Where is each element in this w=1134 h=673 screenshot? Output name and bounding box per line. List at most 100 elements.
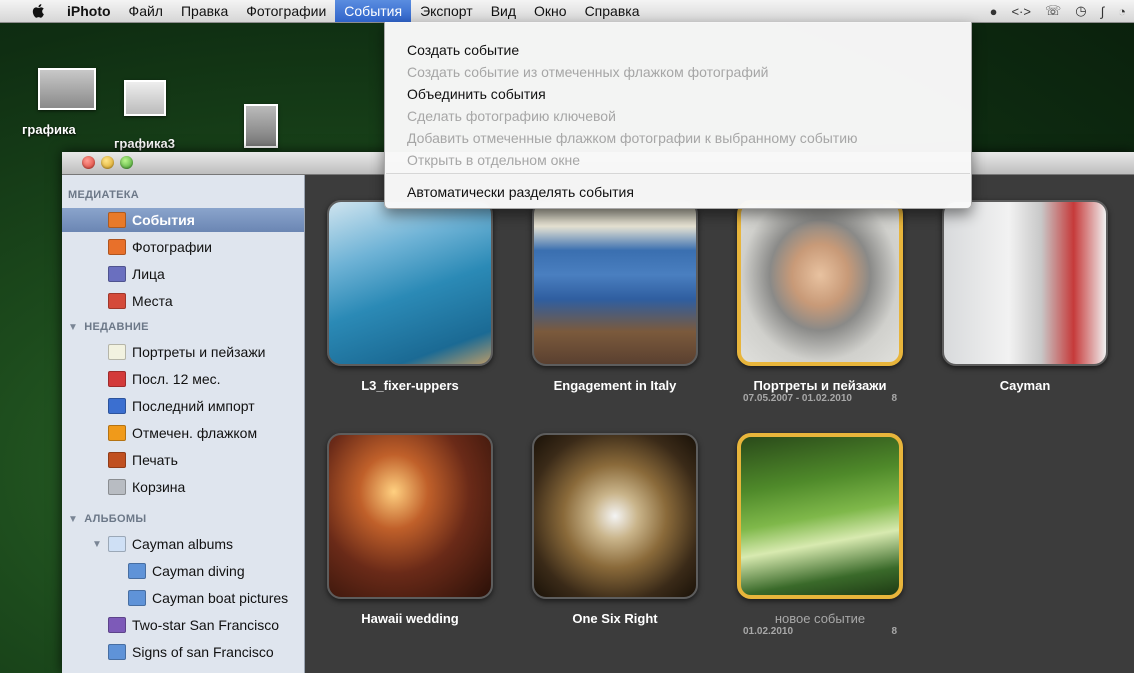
sidebar-item-flagged[interactable]: Отмечен. флажком [62, 421, 304, 445]
events-menu-dropdown: Создать событие Создать событие из отмеч… [384, 22, 972, 209]
desktop-icon-thumbnail [38, 68, 96, 110]
menu-item-add-flagged-to-event: Добавить отмеченные флажком фотографии к… [407, 130, 858, 146]
recent-header[interactable]: ▼ НЕДАВНИЕ [68, 321, 149, 333]
flag-icon [108, 425, 126, 441]
sidebar-item-cayman-diving[interactable]: Cayman diving [62, 559, 304, 583]
event-key-photo[interactable] [532, 200, 698, 366]
event-card[interactable]: One Six Right [532, 433, 698, 626]
sidebar-item-signs-sf[interactable]: Signs of san Francisco [62, 640, 304, 664]
status-area: ● <·> ☏ ◷ ∫ ◔ [990, 0, 1126, 22]
sidebar-item-cayman-boat[interactable]: Cayman boat pictures [62, 586, 304, 610]
sidebar-item-cayman-albums[interactable]: ▼ Cayman albums [62, 532, 304, 556]
desktop-icon-label: графика3 [114, 136, 175, 151]
sidebar-item-label: Cayman albums [131, 536, 234, 552]
apple-menu-icon[interactable] [30, 3, 48, 19]
event-meta: 01.02.2010 8 [737, 626, 903, 637]
event-card[interactable]: Cayman [942, 200, 1108, 393]
event-key-photo[interactable] [327, 200, 493, 366]
bluetooth-icon[interactable]: ∫ [1101, 4, 1105, 19]
minimize-button[interactable] [101, 156, 114, 169]
sidebar-item-photos[interactable]: Фотографии [62, 235, 304, 259]
menu-file[interactable]: Файл [120, 0, 172, 22]
event-key-photo[interactable] [942, 200, 1108, 366]
event-key-photo[interactable] [327, 433, 493, 599]
sidebar-item-trash[interactable]: Корзина [62, 475, 304, 499]
sidebar-item-label: Посл. 12 мес. [132, 371, 221, 387]
smart-album-icon [108, 617, 126, 633]
menu-help[interactable]: Справка [576, 0, 649, 22]
event-title[interactable]: новое событие [737, 611, 903, 626]
menu-events[interactable]: События [335, 0, 412, 22]
album-icon [128, 590, 146, 606]
sidebar-item-label: Two-star San Francisco [132, 617, 280, 633]
desktop-icon-thumbnail [124, 80, 166, 116]
sidebar-item-label: Фотографии [132, 239, 213, 255]
trash-icon [108, 479, 126, 495]
event-title[interactable]: Hawaii wedding [327, 611, 493, 626]
desktop-icon-thumbnail [244, 104, 278, 148]
code-brackets-icon[interactable]: <·> [1011, 4, 1031, 19]
menu-item-merge-events[interactable]: Объединить события [407, 83, 546, 105]
event-card-selected[interactable]: новое событие 01.02.2010 8 [737, 433, 903, 637]
event-title[interactable]: Cayman [942, 378, 1108, 393]
event-title[interactable]: One Six Right [532, 611, 698, 626]
sidebar-item-label: Печать [132, 452, 178, 468]
sidebar-item-places[interactable]: Места [62, 289, 304, 313]
event-key-photo[interactable] [737, 433, 903, 599]
desktop-icon-grafika3[interactable]: графика3 [114, 80, 175, 151]
menu-edit[interactable]: Правка [172, 0, 237, 22]
desktop-icon-grafika[interactable]: графика [22, 68, 96, 137]
menu-item-auto-split-events[interactable]: Автоматически разделять события [407, 181, 634, 203]
sidebar-item-events[interactable]: События [62, 208, 304, 232]
disclosure-triangle-icon[interactable]: ▼ [68, 322, 78, 333]
album-icon [108, 644, 126, 660]
menu-item-create-event[interactable]: Создать событие [407, 39, 519, 61]
sidebar-item-last-12-months[interactable]: Посл. 12 мес. [62, 367, 304, 391]
menu-view[interactable]: Вид [482, 0, 525, 22]
disclosure-triangle-icon[interactable]: ▼ [92, 539, 102, 550]
event-key-photo[interactable] [532, 433, 698, 599]
recent-header-label: НЕДАВНИЕ [84, 321, 149, 333]
event-date: 01.02.2010 [743, 626, 794, 637]
event-card[interactable]: L3_fixer-uppers [327, 200, 493, 393]
event-date: 07.05.2007 - 01.02.2010 [743, 393, 852, 404]
sidebar-item-label: Последний импорт [132, 398, 255, 414]
sidebar-item-label: Портреты и пейзажи [132, 344, 266, 360]
event-card[interactable]: Engagement in Italy [532, 200, 698, 393]
robot-icon[interactable]: ● [990, 4, 998, 19]
phone-icon[interactable]: ☏ [1045, 3, 1061, 19]
sidebar-item-label: Корзина [132, 479, 186, 495]
menu-photos[interactable]: Фотографии [237, 0, 335, 22]
menu-app-iphoto[interactable]: iPhoto [58, 0, 120, 22]
desktop-icon-image[interactable] [244, 104, 278, 148]
menu-window[interactable]: Окно [525, 0, 576, 22]
menu-export[interactable]: Экспорт [411, 0, 482, 22]
wifi-icon[interactable]: ◔ [1118, 4, 1126, 19]
event-card-selected[interactable]: Портреты и пейзажи 07.05.2007 - 01.02.20… [737, 200, 903, 404]
sidebar-item-label: Лица [132, 266, 165, 282]
albums-header[interactable]: ▼ АЛЬБОМЫ [68, 513, 146, 525]
menu-item-create-event-from-flagged: Создать событие из отмеченных флажком фо… [407, 64, 769, 80]
sidebar-item-portraits[interactable]: Портреты и пейзажи [62, 340, 304, 364]
close-button[interactable] [82, 156, 95, 169]
event-meta: 07.05.2007 - 01.02.2010 8 [737, 393, 903, 404]
clock-icon[interactable]: ◷ [1075, 3, 1086, 19]
menu-bar: iPhoto Файл Правка Фотографии События Эк… [0, 0, 1134, 23]
sidebar-item-label: События [132, 212, 195, 228]
desktop-icon-label: графика [22, 122, 76, 137]
sidebar-item-faces[interactable]: Лица [62, 262, 304, 286]
event-card[interactable]: Hawaii wedding [327, 433, 493, 626]
sidebar-item-last-import[interactable]: Последний импорт [62, 394, 304, 418]
event-count: 8 [891, 393, 897, 404]
event-key-photo[interactable] [737, 200, 903, 366]
photos-icon [108, 239, 126, 255]
event-title[interactable]: L3_fixer-uppers [327, 378, 493, 393]
menu-item-open-in-window: Открыть в отдельном окне [407, 152, 581, 168]
library-header: МЕДИАТЕКА [68, 189, 140, 201]
zoom-button[interactable] [120, 156, 133, 169]
event-title[interactable]: Портреты и пейзажи [737, 378, 903, 393]
disclosure-triangle-icon[interactable]: ▼ [68, 514, 78, 525]
sidebar-item-print[interactable]: Печать [62, 448, 304, 472]
sidebar-item-two-star-sf[interactable]: Two-star San Francisco [62, 613, 304, 637]
event-title[interactable]: Engagement in Italy [532, 378, 698, 393]
